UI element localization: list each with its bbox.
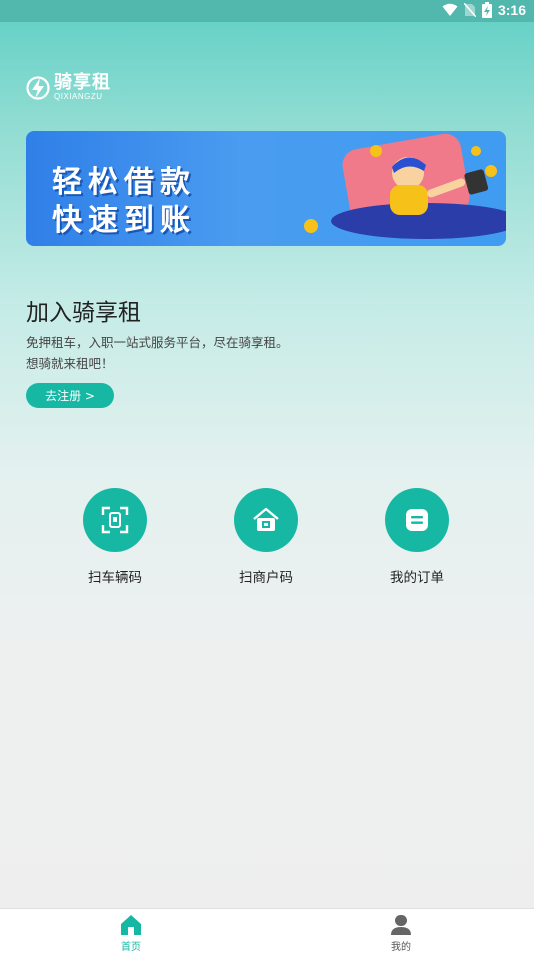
user-icon: [391, 915, 411, 935]
tab-mine-label: 我的: [391, 942, 411, 953]
app-logo: 骑享租 QIXIANGZU: [26, 74, 111, 102]
join-desc-line-1: 免押租车，入职一站式服务平台，尽在骑享租。: [26, 335, 289, 350]
status-time: 3:16: [497, 2, 526, 18]
my-orders-label: 我的订单: [390, 570, 444, 586]
banner-illustration: [304, 133, 506, 239]
tab-home[interactable]: 首页: [101, 914, 161, 953]
logo-subtitle: QIXIANGZU: [54, 92, 103, 101]
join-desc-line-2: 想骑就来租吧！: [26, 356, 114, 371]
status-bar: 3:16: [0, 0, 534, 22]
scan-vehicle-icon-circle[interactable]: [83, 488, 147, 552]
battery-charging-icon: [481, 2, 492, 18]
tab-mine[interactable]: 我的: [371, 914, 431, 953]
lightning-logo-icon: [26, 76, 50, 100]
scan-vehicle-button[interactable]: 扫车辆码: [65, 488, 165, 586]
scan-merchant-label: 扫商户码: [239, 570, 293, 586]
scan-vehicle-icon: [101, 506, 129, 534]
order-icon: [406, 509, 428, 531]
scan-vehicle-label: 扫车辆码: [88, 570, 142, 586]
status-icons: 3:16: [442, 2, 526, 18]
wifi-icon: [442, 3, 458, 16]
tab-home-label: 首页: [121, 942, 141, 953]
scan-merchant-button[interactable]: 扫商户码: [216, 488, 316, 586]
bottom-tab-bar: 首页 我的: [0, 908, 534, 957]
banner-line-2: 快速到账: [52, 203, 196, 238]
scan-merchant-icon: [253, 507, 279, 531]
home-icon: [121, 915, 141, 935]
scan-merchant-icon-circle[interactable]: [234, 488, 298, 552]
join-title: 加入骑享租: [26, 300, 141, 326]
promo-banner[interactable]: 轻松借款 快速到账: [26, 131, 506, 246]
join-description: 免押租车，入职一站式服务平台，尽在骑享租。 想骑就来租吧！: [26, 332, 289, 374]
logo-title: 骑享租: [54, 72, 111, 93]
order-icon-circle[interactable]: [385, 488, 449, 552]
no-sim-icon: [463, 3, 476, 17]
my-orders-button[interactable]: 我的订单: [367, 488, 467, 586]
register-button[interactable]: 去注册 >: [26, 383, 114, 408]
